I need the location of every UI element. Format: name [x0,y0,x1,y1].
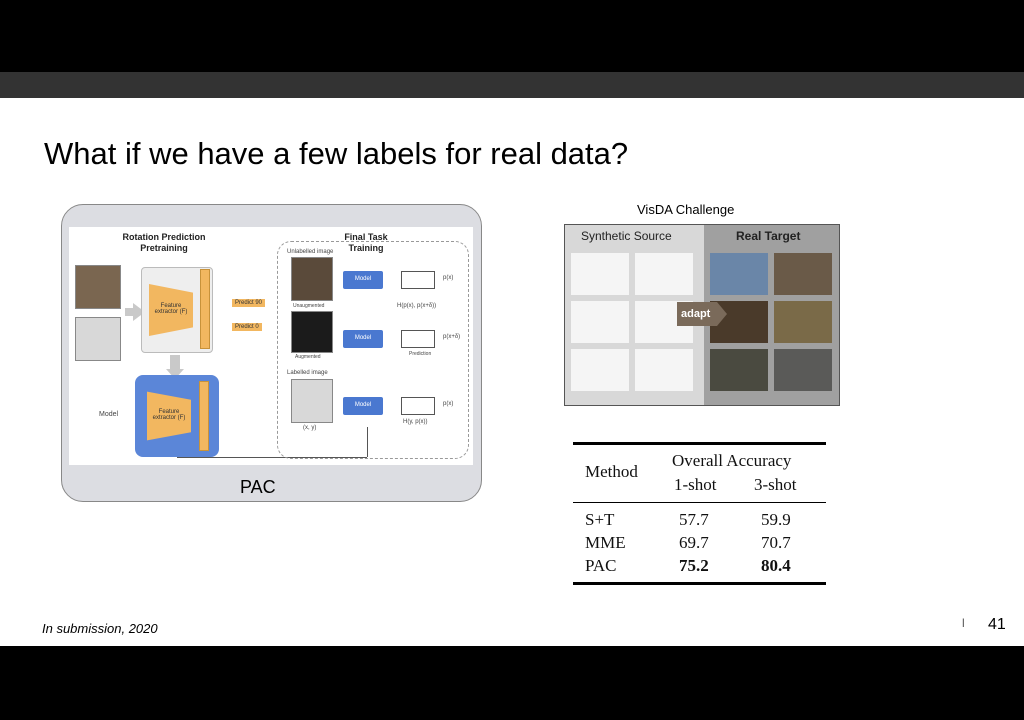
synthetic-source-label: Synthetic Source [581,229,672,243]
prediction-label: Prediction [409,351,432,357]
table-top-rule [573,442,826,445]
page-number: 41 [988,616,1006,633]
mug-rotated-photo [75,317,121,361]
predict-0-label: Predict 0 [232,323,262,331]
table-bottom-rule [573,582,826,585]
row-3shot: 70.7 [761,533,791,552]
top-letterbox [0,0,1024,72]
table-mid-rule [573,502,826,503]
col-3shot-header: 3-shot [754,475,797,494]
real-target-label: Real Target [736,229,801,243]
labelled-photo [291,379,333,423]
synthetic-tile [571,349,629,391]
histogram-3 [401,397,435,415]
pac-diagram: Rotation Prediction Pretraining Final Ta… [61,204,482,502]
model-box-1: Model [343,271,383,289]
synthetic-tile [571,301,629,343]
overall-accuracy-header: Overall Accuracy [672,451,792,470]
row-1shot: 57.7 [679,510,709,529]
feature-extractor-label-2: Feature extractor (F) [152,409,186,421]
visda-figure: Synthetic Source Real Target adapt [564,224,840,406]
px2-label: p(x) [443,401,454,407]
model-box-3: Model [343,397,383,415]
real-tile [774,253,832,295]
unlabelled-photo [291,257,333,301]
slide-title: What if we have a few labels for real da… [44,136,629,171]
task-head [199,381,209,451]
row-method: S+T [585,510,615,529]
real-tile [710,349,768,391]
arrow-stem-1 [125,308,133,316]
row-method: MME [585,533,626,552]
xy-label: (x, y) [303,425,317,431]
submission-note: In submission, 2020 [42,621,158,636]
top-strip [0,72,1024,98]
unlabelled-image-label: Unlabelled image [287,249,334,255]
pac-caption: PAC [240,477,276,497]
model-box-2: Model [343,330,383,348]
histogram-1 [401,271,435,289]
slide: What if we have a few labels for real da… [0,98,1024,646]
arrow-down-stem [170,355,180,369]
mug-photo [75,265,121,309]
row-3shot: 80.4 [761,556,791,575]
row-3shot: 59.9 [761,510,791,529]
real-tile [710,253,768,295]
row-1shot: 75.2 [679,556,709,575]
augmented-label: Augmented [295,354,321,360]
diagram-figure: Rotation Prediction Pretraining Final Ta… [69,227,473,465]
h2-label: H(y, p(x)) [403,419,428,425]
real-tile [774,349,832,391]
visda-title: VisDA Challenge [637,202,735,217]
row-1shot: 69.7 [679,533,709,552]
real-tile [774,301,832,343]
col-1shot-header: 1-shot [674,475,717,494]
footer-mark: l [962,616,965,630]
px-label: p(x) [443,275,454,281]
pxd-label: p(x+δ) [443,334,461,340]
labelled-image-label: Labelled image [287,370,328,376]
unaugmented-label: Unaugmented [293,303,325,309]
predict-90-label: Predict 90 [232,299,266,307]
h1-label: H(p(x), p(x+δ)) [397,303,437,309]
method-header: Method [585,462,638,481]
bottom-letterbox [0,646,1024,720]
augmented-photo [291,311,333,353]
synthetic-tile [635,253,693,295]
rotation-head [200,269,210,349]
feature-extractor-label: Feature extractor (F) [154,303,188,315]
histogram-2 [401,330,435,348]
row-method: PAC [585,556,617,575]
synthetic-tile [635,349,693,391]
synthetic-tile [571,253,629,295]
adapt-arrow: adapt [677,302,727,326]
heading-rotation: Rotation Prediction Pretraining [122,232,206,253]
model-label: Model [99,411,119,418]
